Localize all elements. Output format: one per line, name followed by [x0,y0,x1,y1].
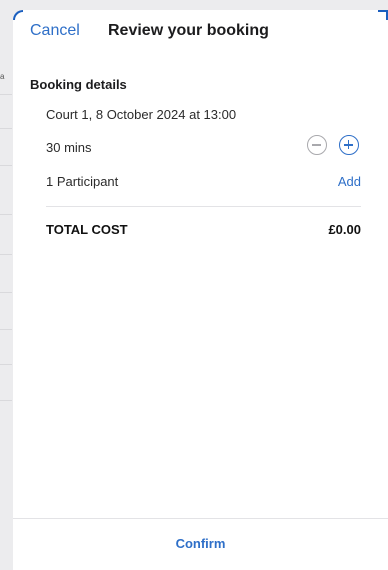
minus-circle-icon[interactable] [307,135,327,155]
background-divider [0,214,12,215]
background-divider [0,94,12,95]
booking-review-sheet: Cancel Review your booking Booking detai… [13,10,388,570]
sheet-corner-right [378,10,388,20]
court-datetime-row: Court 1, 8 October 2024 at 13:00 [46,107,361,122]
cancel-button[interactable]: Cancel [30,22,80,40]
background-divider [0,329,12,330]
duration-text: 30 mins [46,140,92,155]
participants-row: 1 Participant Add [46,174,361,189]
background-divider [0,400,12,401]
sheet-header: Cancel Review your booking [13,10,388,56]
confirm-button[interactable]: Confirm [13,536,388,551]
court-datetime-text: Court 1, 8 October 2024 at 13:00 [46,107,237,122]
background-divider [0,292,12,293]
sheet-footer: Confirm [13,518,388,570]
duration-row: 30 mins [46,135,361,155]
background-divider [0,128,12,129]
total-cost-row: TOTAL COST £0.00 [46,222,361,237]
background-divider [0,165,12,166]
plus-circle-icon[interactable] [339,135,359,155]
page-title: Review your booking [108,22,269,39]
background-divider [0,254,12,255]
participants-text: 1 Participant [46,174,119,189]
total-divider [46,206,361,207]
booking-details-heading: Booking details [30,77,127,92]
duration-stepper [295,135,361,157]
total-cost-label: TOTAL COST [46,222,128,237]
total-cost-value: £0.00 [328,222,361,237]
background-fragment: a [0,72,5,81]
add-participant-button[interactable]: Add [338,174,361,189]
background-divider [0,364,12,365]
